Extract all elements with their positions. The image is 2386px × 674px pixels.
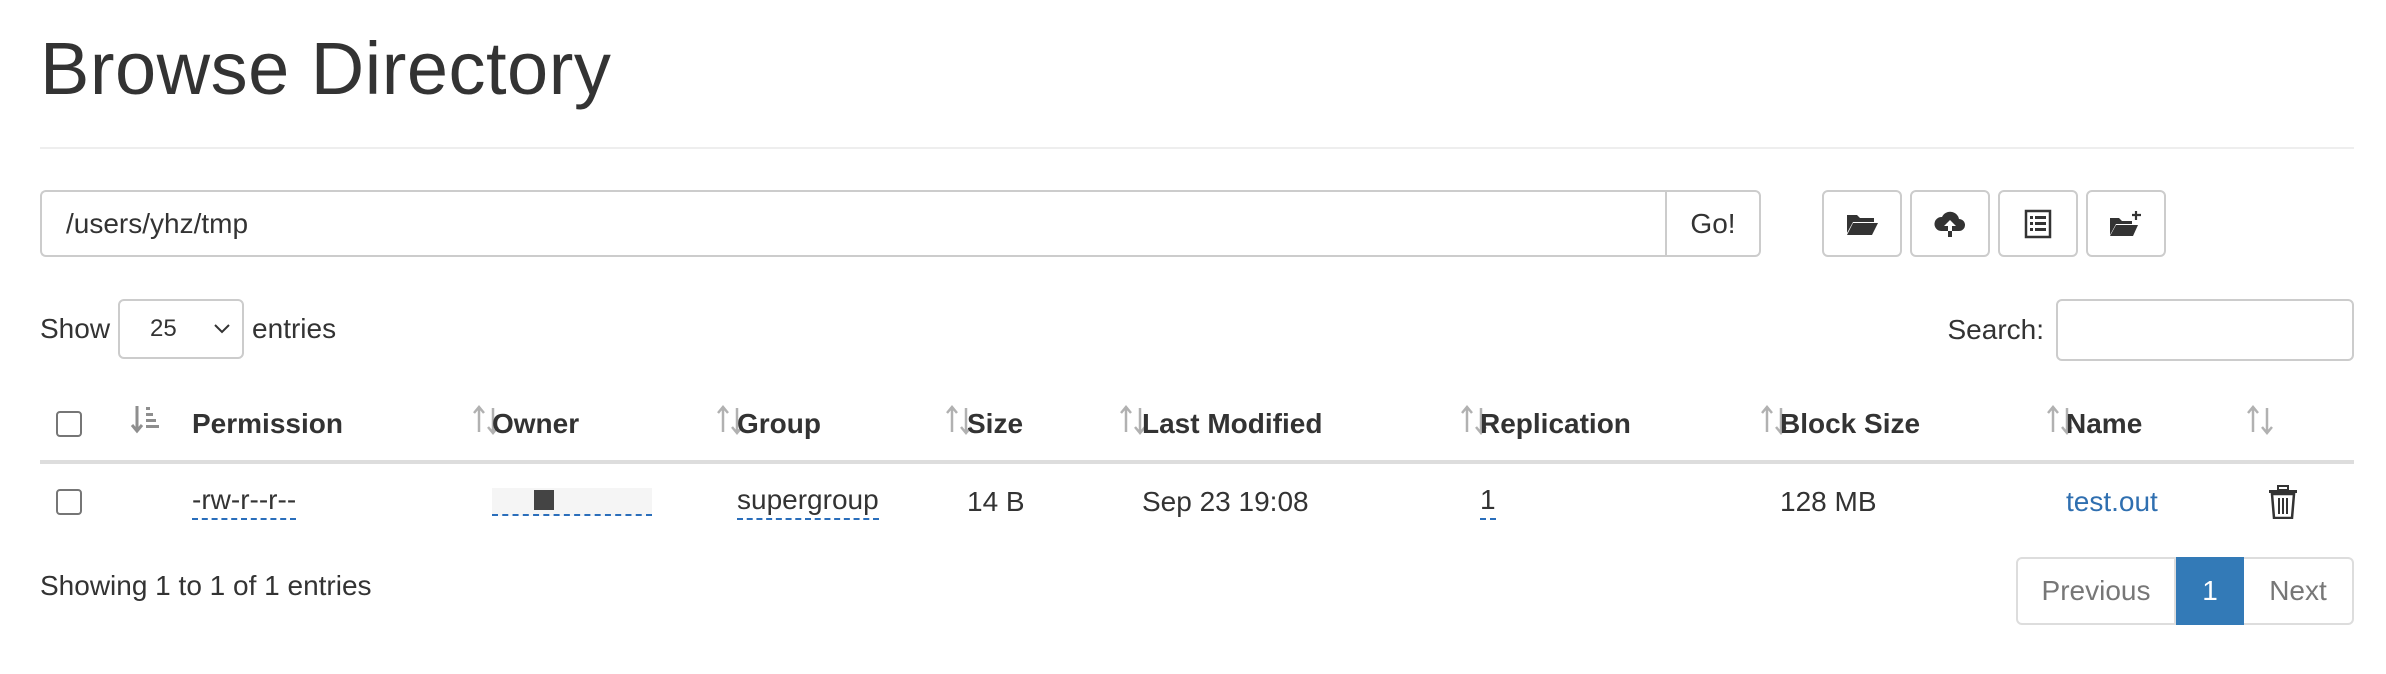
size-value: 14 B	[967, 486, 1025, 517]
chevron-down-icon	[214, 324, 230, 334]
cut-paste-list-button[interactable]	[1998, 190, 2078, 257]
redacted-owner-mark	[534, 490, 554, 510]
column-header-label: Block Size	[1780, 408, 1921, 439]
sort-amount-asc-icon	[130, 406, 159, 434]
column-header-permission[interactable]: Permission	[192, 388, 499, 460]
open-folder-button[interactable]	[1822, 190, 1902, 257]
select-all-checkbox[interactable]	[56, 411, 82, 437]
column-header-name[interactable]: Name	[2066, 388, 2273, 460]
create-directory-button[interactable]	[2086, 190, 2166, 257]
toolbar	[1822, 190, 2166, 257]
cell-owner	[492, 464, 652, 540]
file-name-link[interactable]: test.out	[2066, 486, 2158, 518]
list-alt-icon	[2024, 209, 2052, 238]
column-header-label: Owner	[492, 408, 580, 439]
last-modified-value: Sep 23 19:08	[1142, 486, 1309, 517]
show-label: Show	[40, 313, 111, 344]
search-input[interactable]	[2056, 299, 2354, 361]
page-title: Browse Directory	[40, 27, 612, 110]
sort-icon	[2247, 405, 2273, 435]
column-header-label: Last Modified	[1142, 408, 1323, 439]
cell-permission: -rw-r--r--	[192, 464, 297, 540]
column-header-last-modified[interactable]: Last Modified	[1142, 388, 1487, 460]
table-info: Showing 1 to 1 of 1 entries	[40, 570, 372, 601]
owner-editable[interactable]	[492, 488, 652, 516]
group-editable[interactable]: supergroup	[737, 484, 879, 520]
search-label: Search:	[1947, 314, 2045, 345]
path-bar: Go!	[40, 190, 1761, 257]
page-1-button[interactable]: 1	[2176, 557, 2244, 625]
next-page-button[interactable]: Next	[2244, 557, 2354, 625]
replication-editable[interactable]: 1	[1480, 484, 1496, 520]
cell-replication: 1	[1480, 464, 1496, 540]
go-button[interactable]: Go!	[1665, 190, 1761, 257]
select-all-cell	[56, 388, 82, 460]
pagination: Previous 1 Next	[2016, 557, 2354, 625]
column-header-label: Permission	[192, 408, 343, 439]
table-search: Search:	[1947, 299, 2354, 361]
folder-open-icon	[1847, 214, 1878, 235]
column-header-replication[interactable]: Replication	[1480, 388, 1787, 460]
cell-delete	[2268, 464, 2298, 540]
title-divider	[40, 147, 2354, 149]
cell-size: 14 B	[967, 464, 1025, 540]
page: Browse Directory Go!	[40, 0, 2354, 674]
sort-column-header[interactable]	[128, 388, 184, 460]
entries-per-page-value: 25	[150, 315, 177, 342]
column-header-label: Group	[737, 408, 821, 439]
cell-block-size: 128 MB	[1780, 464, 1877, 540]
column-header-label: Size	[967, 408, 1024, 439]
permission-editable[interactable]: -rw-r--r--	[192, 484, 297, 520]
entries-per-page-select[interactable]: 25	[118, 299, 245, 359]
cloud-upload-icon	[1934, 211, 1965, 237]
column-header-label: Replication	[1480, 408, 1631, 439]
row-select-cell	[56, 464, 82, 540]
column-header-size[interactable]: Size	[967, 388, 1146, 460]
column-header-owner[interactable]: Owner	[492, 388, 743, 460]
upload-button[interactable]	[1910, 190, 1990, 257]
column-header-block-size[interactable]: Block Size	[1780, 388, 2073, 460]
column-header-label: Name	[2066, 408, 2143, 439]
column-header-group[interactable]: Group	[737, 388, 972, 460]
previous-page-button[interactable]: Previous	[2016, 557, 2176, 625]
length-menu: Show 25 entries	[40, 299, 336, 359]
block-size-value: 128 MB	[1780, 486, 1877, 517]
folder-plus-icon	[2110, 210, 2141, 236]
row-checkbox[interactable]	[56, 489, 82, 515]
table-row: -rw-r--r-- supergroup 14 B Sep 23 19:08 …	[40, 464, 2354, 540]
entries-label: entries	[252, 313, 337, 344]
trash-icon[interactable]	[2268, 485, 2298, 519]
path-input[interactable]	[40, 190, 1665, 257]
cell-name: test.out	[2066, 464, 2158, 540]
cell-group: supergroup	[737, 464, 879, 540]
cell-last-modified: Sep 23 19:08	[1142, 464, 1309, 540]
table-header: Permission Owner Group Size Last Modifie…	[40, 388, 2354, 464]
